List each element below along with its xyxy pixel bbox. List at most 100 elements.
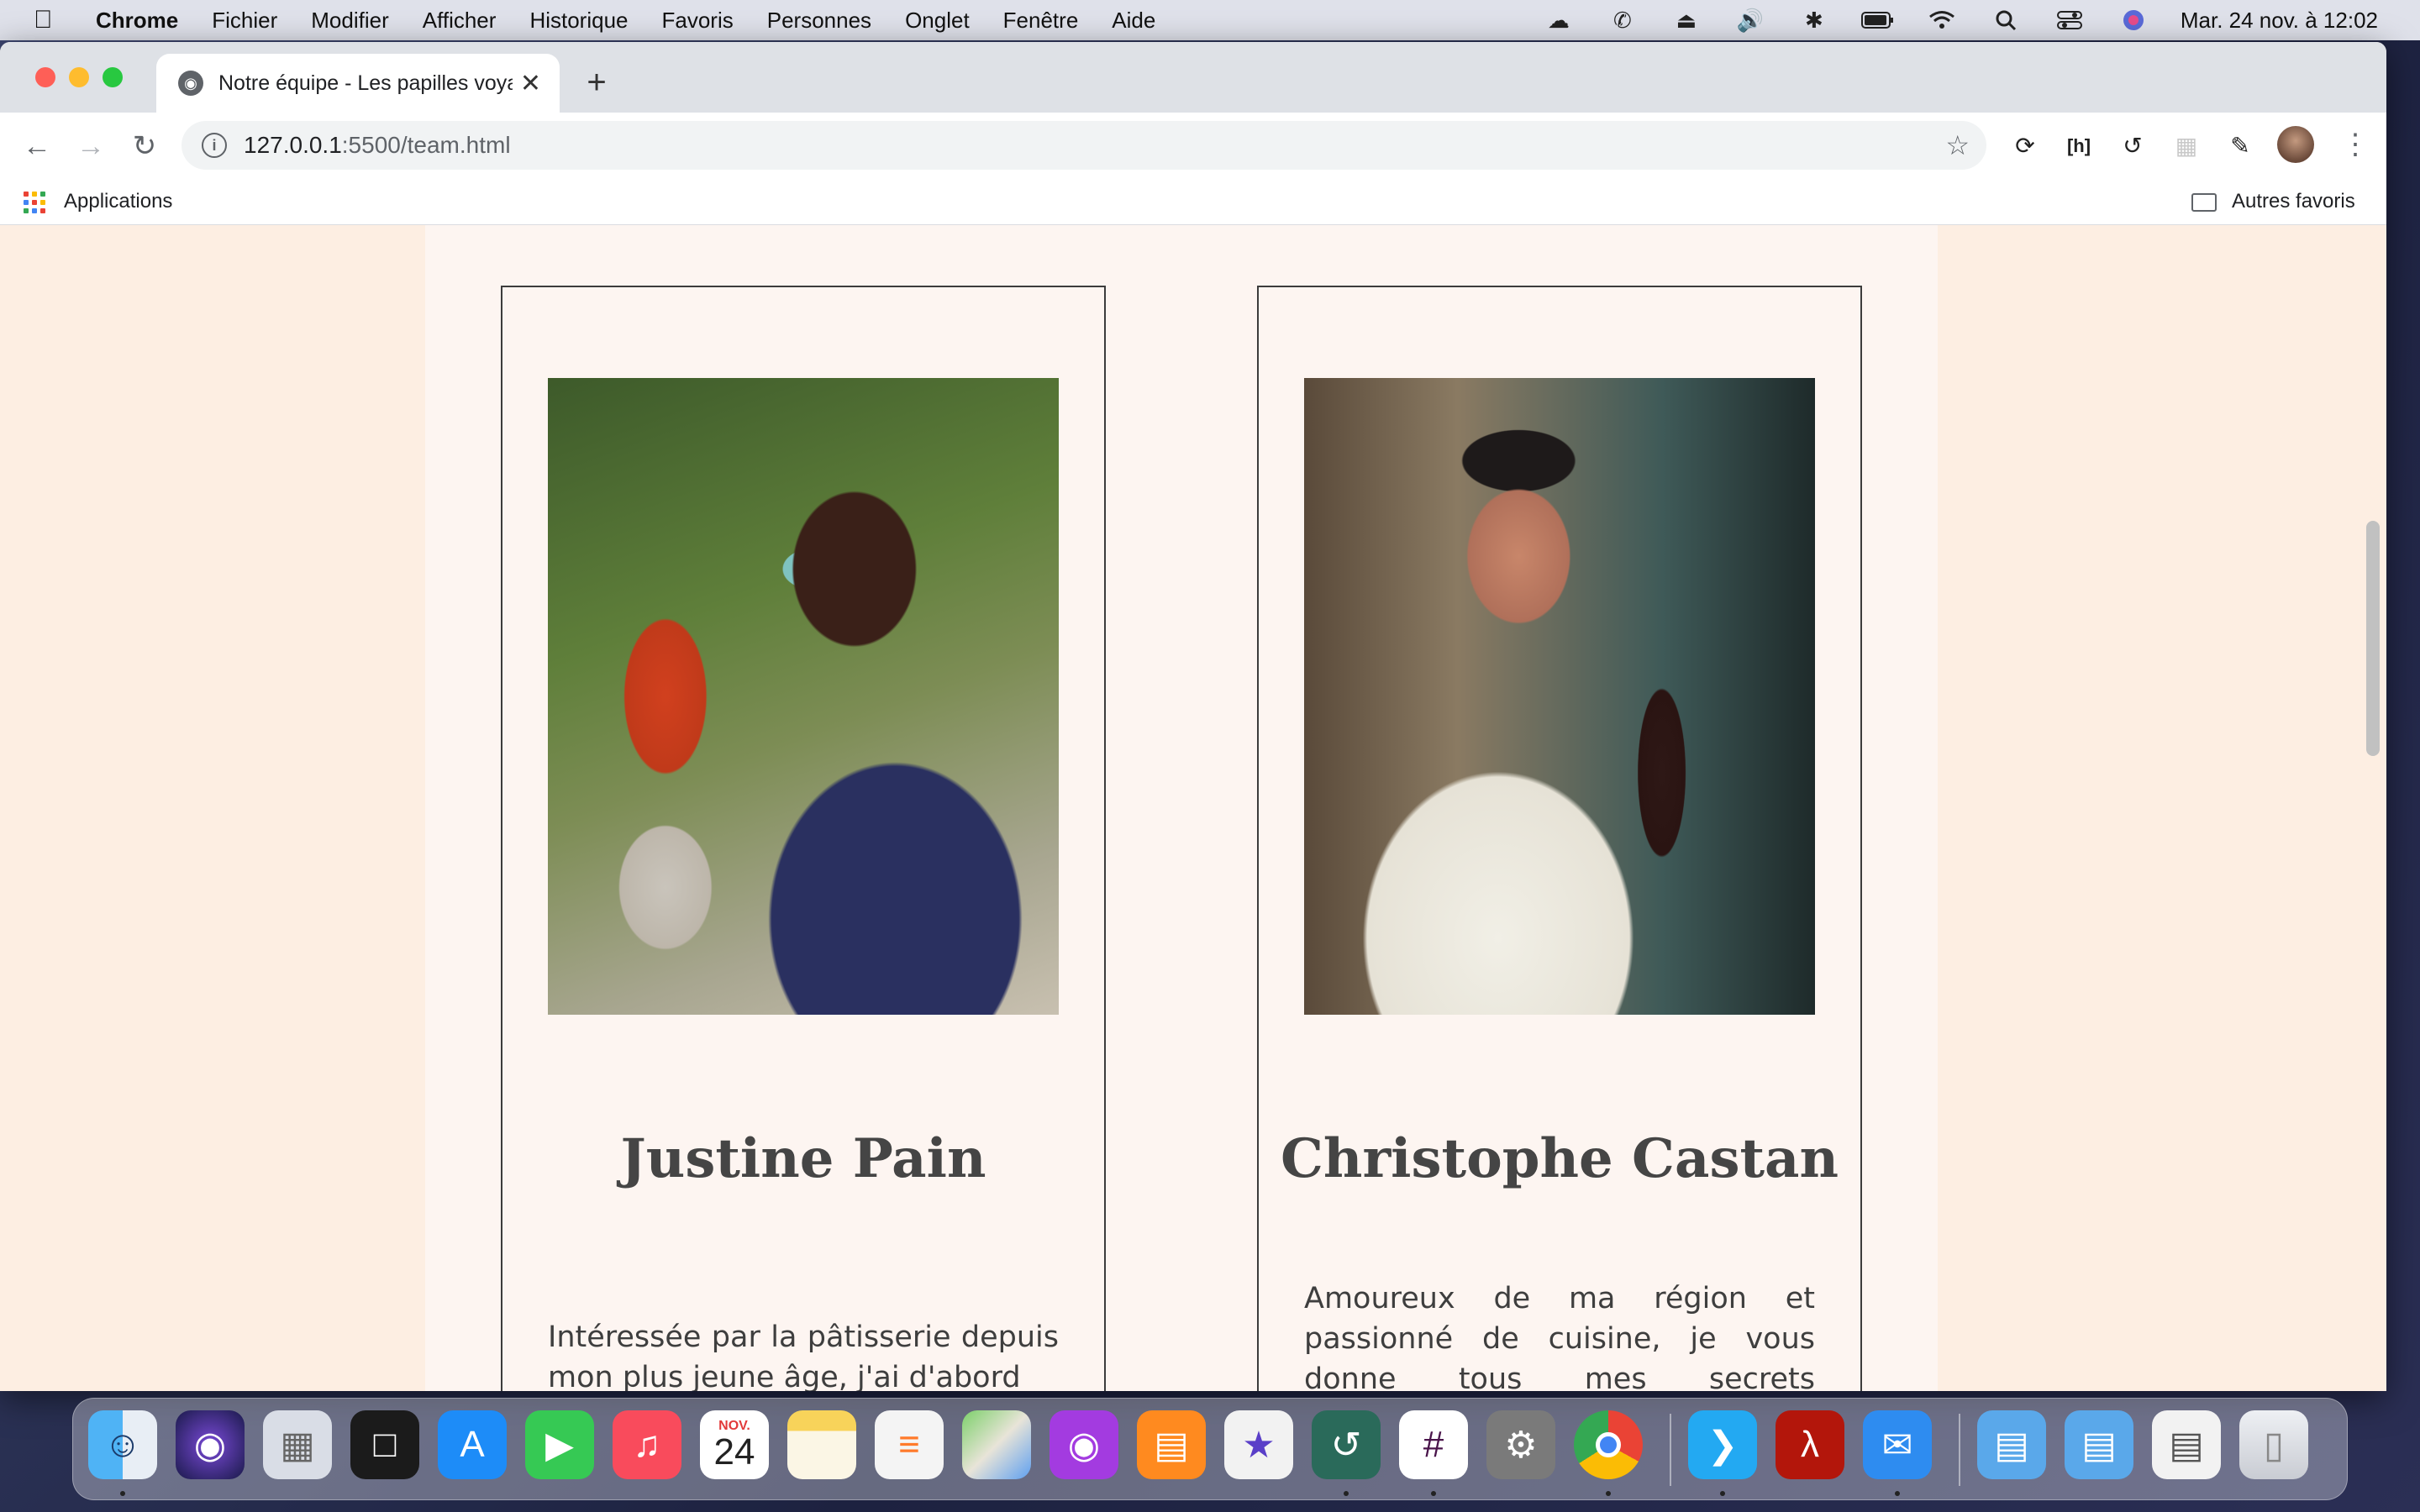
running-indicator [1895,1491,1900,1496]
siri-icon[interactable] [2117,8,2150,33]
menu-afficher[interactable]: Afficher [423,8,497,34]
apps-grid-icon[interactable] [24,192,45,213]
app-store-icon[interactable]: A [438,1410,507,1479]
page-viewport[interactable]: Justine Pain Intéressée par la pâtisseri… [0,225,2386,1391]
site-info-icon[interactable]: i [202,133,227,158]
trash-icon[interactable]: ▯ [2239,1410,2308,1479]
running-indicator [1606,1491,1611,1496]
bookmarks-bar: Applications Autres favoris [0,178,2386,225]
zoom-window-button[interactable] [103,67,123,87]
team-section: Justine Pain Intéressée par la pâtisseri… [425,225,1938,1391]
extension-timer-icon[interactable]: ↺ [2116,129,2149,163]
notes-icon[interactable] [787,1410,856,1479]
team-member-card: Justine Pain Intéressée par la pâtisseri… [501,286,1106,1391]
menu-favoris[interactable]: Favoris [662,8,734,34]
battery-icon[interactable] [1860,8,1895,33]
forward-icon[interactable]: → [72,128,109,165]
cloud-upload-icon[interactable]: ☁ [1542,8,1576,33]
music-icon[interactable]: ♫ [613,1410,681,1479]
slack-icon[interactable]: # [1399,1410,1468,1479]
system-preferences-icon[interactable]: ⚙ [1486,1410,1555,1479]
extensions-puzzle-icon[interactable]: ✎ [2223,129,2257,163]
acrobat-icon[interactable]: λ [1776,1410,1844,1479]
menu-clock[interactable]: Mar. 24 nov. à 12:02 [2181,8,2378,34]
url-text[interactable]: 127.0.0.1:5500/team.html [244,132,511,159]
podcasts-icon[interactable]: ◉ [1050,1410,1118,1479]
bookmark-applications[interactable]: Applications [64,190,172,213]
browser-toolbar: ← → ↻ i 127.0.0.1:5500/team.html ☆ ⟳ [h]… [0,113,2386,178]
extension-grid-icon[interactable]: ▦ [2170,129,2203,163]
spotlight-search-icon[interactable] [1989,8,2023,33]
vscode-icon[interactable]: ❯ [1688,1410,1757,1479]
more-menu-icon[interactable]: ⋮ [2341,128,2370,161]
menu-aide[interactable]: Aide [1112,8,1155,34]
menu-modifier[interactable]: Modifier [311,8,388,34]
time-machine-icon[interactable]: ↺ [1312,1410,1381,1479]
team-member-card: Christophe Castan Amoureux de ma région … [1257,286,1862,1391]
reminders-icon[interactable]: ≡ [875,1410,944,1479]
browser-window: ◉ Notre équipe - Les papilles voyageuses… [0,42,2386,1391]
siri-icon[interactable]: ◉ [176,1410,245,1479]
running-indicator [1720,1491,1725,1496]
folder-icon[interactable]: ▤ [2065,1410,2133,1479]
folder-icon [2191,193,2217,212]
menu-onglet[interactable]: Onglet [905,8,970,34]
imovie-icon[interactable]: ★ [1224,1410,1293,1479]
member-name: Christophe Castan [1280,1127,1839,1190]
member-name: Justine Pain [620,1127,986,1190]
wifi-icon[interactable] [1925,8,1959,33]
launchpad-icon[interactable]: ▦ [263,1410,332,1479]
member-photo-christophe [1304,378,1815,1015]
tab-strip: ◉ Notre équipe - Les papilles voyageuses… [0,42,2386,113]
dock-separator [1670,1414,1671,1486]
reload-icon[interactable]: ↻ [126,128,163,165]
eject-icon[interactable]: ⏏ [1670,8,1703,33]
chrome-icon[interactable] [1574,1410,1643,1479]
menu-personnes[interactable]: Personnes [767,8,871,34]
minimize-window-button[interactable] [69,67,89,87]
menu-historique[interactable]: Historique [529,8,628,34]
globe-icon: ◉ [178,71,203,96]
close-tab-icon[interactable]: ✕ [520,69,541,98]
extension-h-icon[interactable]: [h] [2062,129,2096,163]
volume-icon[interactable]: 🔊 [1733,8,1767,33]
books-icon[interactable]: ▤ [1137,1410,1206,1479]
mission-control-icon[interactable]: □ [350,1410,419,1479]
maps-icon[interactable] [962,1410,1031,1479]
finder-icon[interactable]: ☺ [88,1410,157,1479]
bookmark-star-icon[interactable]: ☆ [1945,129,1970,161]
preview-icon[interactable]: ▤ [2152,1410,2221,1479]
close-window-button[interactable] [35,67,55,87]
bluetooth-icon[interactable]: ✱ [1797,8,1831,33]
member-bio: Intéressée par la pâtisserie depuis mon … [548,1320,1059,1391]
scrollbar-thumb[interactable] [2366,521,2380,756]
url-path: :5500/team.html [341,132,511,158]
control-center-icon[interactable] [2053,8,2086,33]
dock: ☺ ◉ ▦ □ A ▶ ♫ NOV. 24 ≡ ◉ ▤ ★ ↺ # ⚙ ❯ λ … [72,1398,2348,1500]
back-icon[interactable]: ← [18,128,55,165]
menu-app-name[interactable]: Chrome [96,8,178,34]
menu-fenetre[interactable]: Fenêtre [1003,8,1079,34]
bookmark-other-favorites[interactable]: Autres favoris [2232,190,2355,213]
member-bio: Amoureux de ma région et passionné de cu… [1304,1282,1815,1391]
new-tab-button[interactable]: + [580,66,613,99]
apple-menu-icon[interactable]:  [34,6,67,34]
facetime-icon[interactable]: ▶ [525,1410,594,1479]
phone-icon[interactable]: ✆ [1606,8,1639,33]
menu-bar:  Chrome Fichier Modifier Afficher Histo… [0,0,2420,40]
dock-separator [1959,1414,1960,1486]
menu-fichier[interactable]: Fichier [212,8,277,34]
calendar-icon[interactable]: NOV. 24 [700,1410,769,1479]
running-indicator [1344,1491,1349,1496]
running-indicator [1431,1491,1436,1496]
tab-active[interactable]: ◉ Notre équipe - Les papilles voyageuses… [156,54,560,113]
calendar-day: 24 [713,1431,755,1473]
folder-icon[interactable]: ▤ [1977,1410,2046,1479]
mail-icon[interactable]: ✉ [1863,1410,1932,1479]
member-photo-justine [548,378,1059,1015]
profile-avatar[interactable] [2277,126,2314,163]
tab-title: Notre équipe - Les papilles voyageuses [218,71,513,95]
address-bar[interactable]: i 127.0.0.1:5500/team.html ☆ [182,121,1986,170]
extension-sync-icon[interactable]: ⟳ [2008,129,2042,163]
status-area: ☁ ✆ ⏏ 🔊 ✱ Mar. 24 nov. à 12:02 [1512,0,2378,40]
